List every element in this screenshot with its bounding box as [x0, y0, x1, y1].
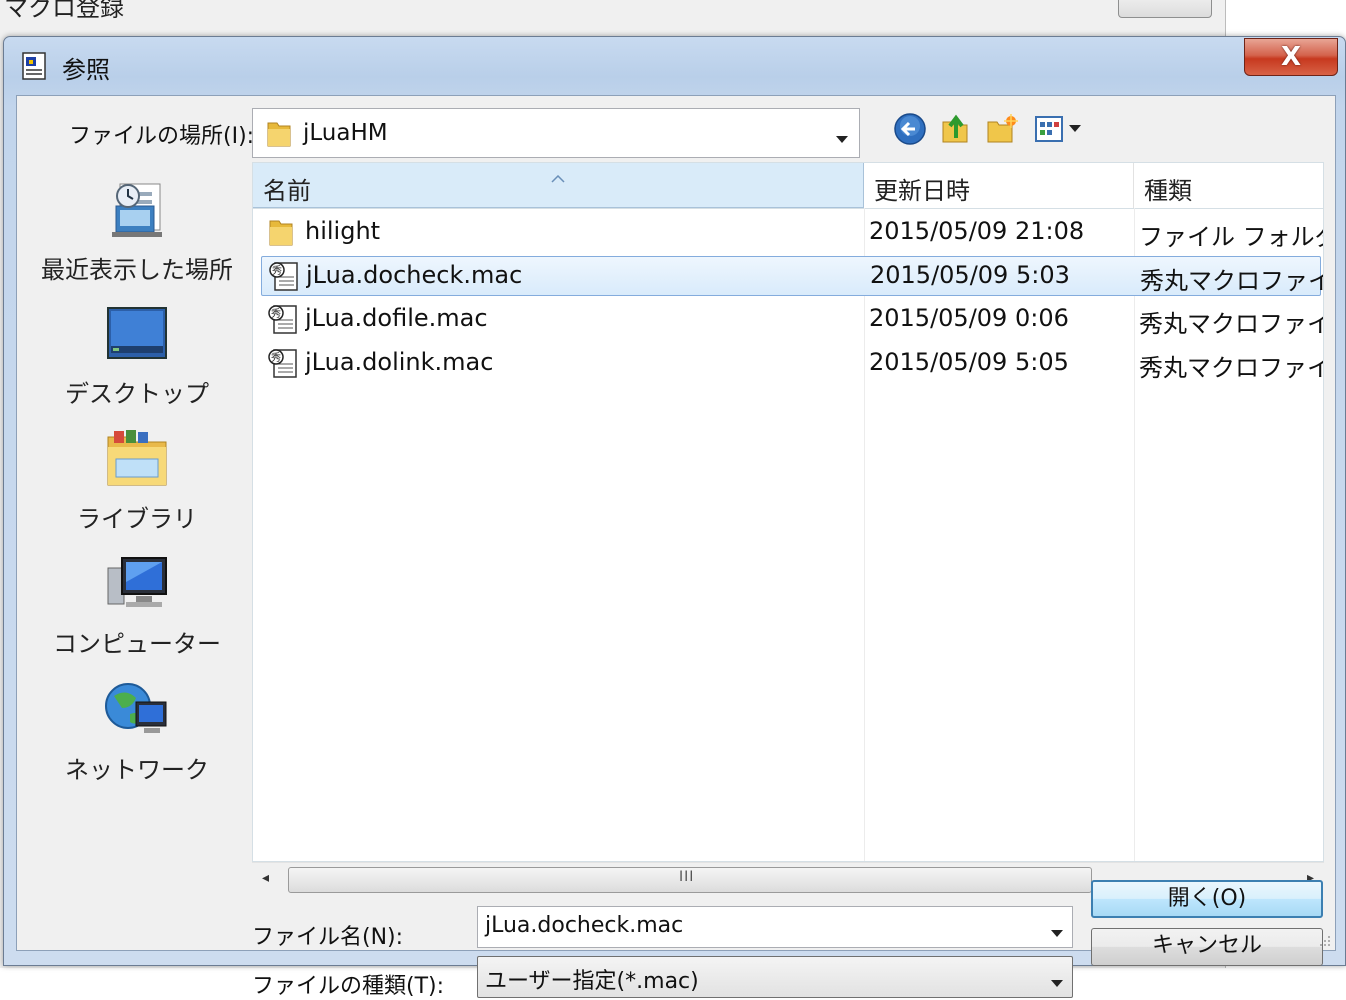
- back-icon[interactable]: [893, 112, 927, 146]
- dialog-title: 参照: [62, 56, 110, 84]
- svg-text:秀: 秀: [271, 352, 281, 364]
- libraries-icon: [107, 430, 167, 486]
- new-folder-icon[interactable]: [985, 112, 1019, 146]
- view-menu-icon[interactable]: [1033, 112, 1085, 146]
- look-in-label: ファイルの場所(I):: [69, 124, 255, 149]
- close-icon: X: [1280, 42, 1302, 72]
- place-label: ネットワーク: [65, 756, 209, 784]
- column-header-label: 名前: [263, 177, 311, 205]
- filetype-select[interactable]: ユーザー指定(*.mac): [477, 956, 1073, 998]
- column-header-label: 種類: [1144, 177, 1192, 205]
- up-folder-icon[interactable]: [939, 112, 973, 146]
- place-computer[interactable]: コンピューター: [34, 552, 240, 659]
- macro-file-icon: 秀: [268, 260, 300, 296]
- places-bar: 最近表示した場所 デスクトップ ライブラリ コンピューター ネットワーク: [34, 162, 240, 872]
- open-button[interactable]: 開く(O): [1091, 880, 1323, 918]
- place-label: コンピューター: [53, 630, 221, 658]
- close-button[interactable]: X: [1244, 38, 1338, 76]
- column-header-type[interactable]: 種類: [1134, 163, 1323, 208]
- file-row-hilight[interactable]: hilight 2015/05/09 21:08 ファイル フォルダー: [261, 213, 1323, 253]
- chevron-down-icon[interactable]: [1050, 923, 1064, 942]
- look-in-value: jLuaHM: [303, 120, 388, 146]
- place-recent[interactable]: 最近表示した場所: [34, 174, 240, 285]
- file-row-jlua-docheck[interactable]: 秀 jLua.docheck.mac 2015/05/09 5:03 秀丸マクロ…: [261, 256, 1323, 296]
- dialog-titlebar[interactable]: 参照 X: [4, 37, 1345, 93]
- macro-file-icon: 秀: [267, 347, 299, 383]
- place-label: デスクトップ: [65, 380, 209, 408]
- file-name: hilight: [305, 217, 381, 245]
- place-network[interactable]: ネットワーク: [34, 678, 240, 785]
- cancel-button[interactable]: キャンセル: [1091, 928, 1323, 966]
- recent-places-icon: [112, 183, 162, 237]
- parent-window-button[interactable]: [1118, 0, 1212, 18]
- file-list-header: 名前 更新日時 種類: [253, 163, 1323, 209]
- file-name: jLua.docheck.mac: [306, 261, 523, 289]
- file-type: 秀丸マクロファイル: [1140, 267, 1323, 295]
- computer-icon: [107, 557, 167, 607]
- svg-text:秀: 秀: [272, 265, 282, 277]
- file-name: jLua.dofile.mac: [305, 304, 488, 332]
- file-list[interactable]: 名前 更新日時 種類 hilight 2015/05/09 21:08 ファイル…: [252, 162, 1324, 862]
- file-type: 秀丸マクロファイル: [1139, 310, 1323, 338]
- look-in-combo[interactable]: jLuaHM: [252, 108, 860, 158]
- place-label: ライブラリ: [77, 505, 197, 533]
- chevron-down-icon: [1050, 973, 1064, 992]
- filename-label: ファイル名(N):: [252, 925, 404, 950]
- filename-value: jLua.docheck.mac: [485, 913, 684, 938]
- file-row-jlua-dofile[interactable]: 秀 jLua.dofile.mac 2015/05/09 0:06 秀丸マクロフ…: [261, 300, 1323, 340]
- scroll-left-icon[interactable]: ◂: [262, 870, 269, 886]
- file-date: 2015/05/09 0:06: [869, 304, 1069, 332]
- parent-window-title: マクロ登録: [4, 0, 124, 22]
- file-date: 2015/05/09 5:05: [869, 348, 1069, 376]
- column-header-label: 更新日時: [874, 177, 970, 205]
- place-libraries[interactable]: ライブラリ: [34, 427, 240, 534]
- browse-dialog: 参照 X ファイルの場所(I): jLuaHM 最近表示した場所 デスクトップ …: [3, 36, 1346, 999]
- file-date: 2015/05/09 5:03: [870, 261, 1070, 289]
- desktop-icon: [107, 307, 167, 359]
- file-name: jLua.dolink.mac: [305, 348, 494, 376]
- scrollbar-grip-icon: III: [679, 869, 695, 885]
- column-header-date[interactable]: 更新日時: [864, 163, 1134, 208]
- file-date: 2015/05/09 21:08: [869, 217, 1085, 245]
- column-header-name[interactable]: 名前: [253, 163, 864, 208]
- file-row-jlua-dolink[interactable]: 秀 jLua.dolink.mac 2015/05/09 5:05 秀丸マクロフ…: [261, 344, 1323, 384]
- svg-text:秀: 秀: [271, 308, 281, 320]
- filename-input[interactable]: jLua.docheck.mac: [477, 906, 1073, 948]
- dialog-client: ファイルの場所(I): jLuaHM 最近表示した場所 デスクトップ ライブラリ…: [16, 95, 1336, 999]
- place-desktop[interactable]: デスクトップ: [34, 302, 240, 409]
- sort-ascending-icon: [551, 163, 565, 189]
- macro-file-icon: 秀: [267, 303, 299, 339]
- scrollbar-thumb[interactable]: III: [288, 867, 1092, 893]
- chevron-down-icon: [835, 129, 849, 148]
- folder-icon: [267, 216, 295, 252]
- resize-grip-icon[interactable]: [1317, 932, 1331, 946]
- filetype-label: ファイルの種類(T):: [252, 974, 445, 999]
- file-type: 秀丸マクロファイル: [1139, 354, 1323, 382]
- folder-icon: [265, 119, 293, 153]
- place-label: 最近表示した場所: [41, 256, 233, 284]
- network-icon: [105, 683, 167, 733]
- dialog-app-icon: [20, 51, 50, 81]
- file-type: ファイル フォルダー: [1139, 223, 1323, 251]
